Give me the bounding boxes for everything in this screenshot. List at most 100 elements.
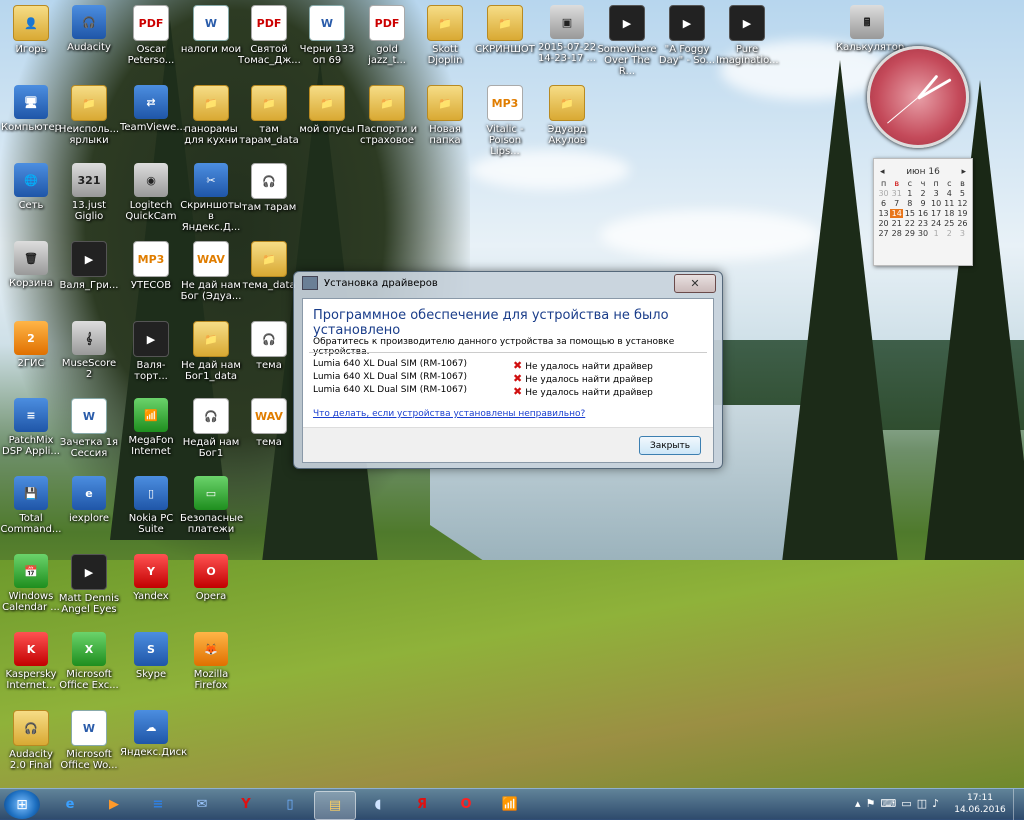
calendar-day[interactable]: 16 <box>916 209 929 218</box>
calendar-day[interactable]: 5 <box>956 189 969 198</box>
taskbar-app-button[interactable]: 📶 <box>490 791 530 818</box>
calendar-day[interactable]: 20 <box>877 219 890 228</box>
desktop-icon[interactable]: ▶ Валя-торт... <box>120 321 182 382</box>
desktop-icon[interactable]: ▶ Pure Imaginatio... <box>716 5 779 66</box>
calendar-day[interactable]: 28 <box>890 229 903 238</box>
desktop-icon[interactable]: ▣ 2015-07-22 14-23-17 ... <box>536 5 598 64</box>
calendar-day[interactable]: 15 <box>903 209 916 218</box>
desktop-icon[interactable]: S Skype <box>120 632 182 680</box>
calendar-day[interactable]: 6 <box>877 199 890 208</box>
desktop-icon[interactable]: MP3 Vitalic - Poison Lips... <box>474 85 536 157</box>
desktop-icon[interactable]: 📁 Не дай нам Бог1_data <box>180 321 242 382</box>
calendar-day[interactable]: 10 <box>930 199 943 208</box>
calendar-day[interactable]: 9 <box>916 199 929 208</box>
desktop-icon[interactable]: 🖩 Калькулятор <box>836 5 904 53</box>
calendar-day[interactable]: 19 <box>956 209 969 218</box>
desktop-icon[interactable]: ▯ Nokia PC Suite <box>120 476 182 535</box>
desktop-icon[interactable]: ◉ Logitech QuickCam <box>120 163 182 222</box>
close-button[interactable]: Закрыть <box>639 436 701 455</box>
desktop-icon[interactable]: 🎧 Недай нам Бог1 <box>180 398 242 459</box>
desktop-icon[interactable]: ☁ Яндекс.Диск <box>120 710 187 758</box>
desktop-icon[interactable]: 📁 мой опусы <box>296 85 358 135</box>
tray-icon[interactable]: ♪ <box>932 797 939 810</box>
desktop-icon[interactable]: PDF Oscar Peterso... <box>120 5 182 66</box>
desktop-icon[interactable]: WAV Не дай нам Бог (Эдуа... <box>180 241 242 302</box>
desktop-icon[interactable]: 🎧 Audacity <box>58 5 120 53</box>
desktop-icon[interactable]: Wналоги мои <box>180 5 242 55</box>
tray-icon[interactable]: ⚑ <box>866 797 876 810</box>
desktop-icon[interactable]: 🎧 тема <box>238 321 300 371</box>
desktop-icon[interactable]: W Зачетка 1я Сессия <box>58 398 120 459</box>
desktop-icon[interactable]: 📅 Windows Calendar ... <box>0 554 62 613</box>
desktop-icon[interactable]: ✂ Скриншоты в Яндекс.Д... <box>180 163 242 233</box>
calendar-day[interactable]: 25 <box>943 219 956 228</box>
tray-icon[interactable]: ▴ <box>855 797 861 810</box>
desktop-icon[interactable]: ▶ Matt Dennis Angel Eyes <box>58 554 120 615</box>
calendar-day[interactable]: 17 <box>930 209 943 218</box>
calendar-day[interactable]: 1 <box>930 229 943 238</box>
desktop-icon[interactable]: 321 13.just Giglio <box>58 163 120 222</box>
calendar-day[interactable]: 29 <box>903 229 916 238</box>
tray-icon[interactable]: ▭ <box>901 797 911 810</box>
calendar-day[interactable]: 3 <box>930 189 943 198</box>
tray-icon[interactable]: ◫ <box>917 797 927 810</box>
desktop-icon[interactable]: 📁 Новая папка <box>414 85 476 146</box>
desktop-icon[interactable]: X Microsoft Office Exc... <box>58 632 120 691</box>
calendar-gadget[interactable]: ◂ июн 16 ▸ п в с ч п с в 30 31 1 2 3 4 5 6 7 8 9 10 11 12 13 1… <box>873 158 973 266</box>
calendar-day[interactable]: 11 <box>943 199 956 208</box>
desktop-icon[interactable]: 🗑 Корзина <box>0 241 62 289</box>
close-icon[interactable]: ✕ <box>674 274 716 293</box>
calendar-day[interactable]: 4 <box>943 189 956 198</box>
desktop-icon[interactable]: PDF gold jazz_t... <box>356 5 418 66</box>
taskbar-app-button[interactable]: Я <box>402 791 442 818</box>
desktop-icon[interactable]: ▭ Безопасные платежи <box>180 476 243 535</box>
desktop-icon[interactable]: 📁 Неисполь... ярлыки <box>58 85 120 146</box>
desktop-icon[interactable]: PDF Святой Томас_Дж... <box>238 5 301 66</box>
desktop-icon[interactable]: O Opera <box>180 554 242 602</box>
calendar-day[interactable]: 30 <box>916 229 929 238</box>
taskbar-app-button[interactable]: O <box>446 791 486 818</box>
calendar-day[interactable]: 30 <box>877 189 890 198</box>
taskbar-app-button[interactable]: ▶ <box>94 791 134 818</box>
desktop-icon[interactable]: 🖥 Компьютер <box>0 85 62 133</box>
desktop-icon[interactable]: 📁 Эдуард Акулов <box>536 85 598 146</box>
desktop-icon[interactable]: 🎧 Audacity 2.0 Final <box>0 710 62 771</box>
desktop-icon[interactable]: 🎧 там тарам <box>238 163 300 213</box>
desktop-icon[interactable]: 🦊 Mozilla Firefox <box>180 632 242 691</box>
desktop-icon[interactable]: ≡ PatchMix DSP Appli... <box>0 398 62 457</box>
clock-gadget[interactable] <box>867 46 969 148</box>
desktop-icon[interactable]: 💾 Total Command... <box>0 476 62 535</box>
desktop-icon[interactable]: 📁 тема_data <box>238 241 300 291</box>
desktop-icon[interactable]: 📁 Skott Djoplin <box>414 5 476 66</box>
desktop-icon[interactable]: ▶ Somewhere Over The R... <box>596 5 658 77</box>
calendar-day[interactable]: 2 <box>943 229 956 238</box>
calendar-day[interactable]: 31 <box>890 189 903 198</box>
calendar-day[interactable]: 7 <box>890 199 903 208</box>
desktop-icon[interactable]: 🌐 Сеть <box>0 163 62 211</box>
desktop-icon[interactable]: 👤 Игорь <box>0 5 62 55</box>
taskbar-app-button[interactable]: ▤ <box>314 791 356 820</box>
desktop-icon[interactable]: Y Yandex <box>120 554 182 602</box>
taskbar-app-button[interactable]: ◖ <box>358 791 398 818</box>
calendar-day[interactable]: 24 <box>930 219 943 228</box>
taskbar-clock[interactable]: 17:11 14.06.2016 <box>950 792 1010 816</box>
start-button[interactable]: ⊞ <box>4 790 40 819</box>
calendar-day[interactable]: 1 <box>903 189 916 198</box>
taskbar-app-button[interactable]: ▯ <box>270 791 310 818</box>
calendar-day[interactable]: 2 <box>916 189 929 198</box>
desktop-icon[interactable]: W Microsoft Office Wo... <box>58 710 120 771</box>
calendar-day[interactable]: 27 <box>877 229 890 238</box>
calendar-day[interactable]: 23 <box>916 219 929 228</box>
desktop-icon[interactable]: 📶 MegaFon Internet <box>120 398 182 457</box>
taskbar-app-button[interactable]: Y <box>226 791 266 818</box>
calendar-day[interactable]: 21 <box>890 219 903 228</box>
next-month-icon[interactable]: ▸ <box>961 167 966 177</box>
dialog-titlebar[interactable]: Установка драйверов <box>294 272 722 294</box>
calendar-day[interactable]: 18 <box>943 209 956 218</box>
taskbar-app-button[interactable]: ≡ <box>138 791 178 818</box>
desktop-icon[interactable]: 📁 там тарам_data <box>238 85 300 146</box>
desktop-icon[interactable]: 𝄞 MuseScore 2 <box>58 321 120 380</box>
desktop-icon[interactable]: W Черни 133 оп 69 <box>296 5 358 66</box>
help-link[interactable]: Что делать, если устройства установлены … <box>313 409 585 419</box>
desktop-icon[interactable]: MP3 УТЕСОВ <box>120 241 182 291</box>
